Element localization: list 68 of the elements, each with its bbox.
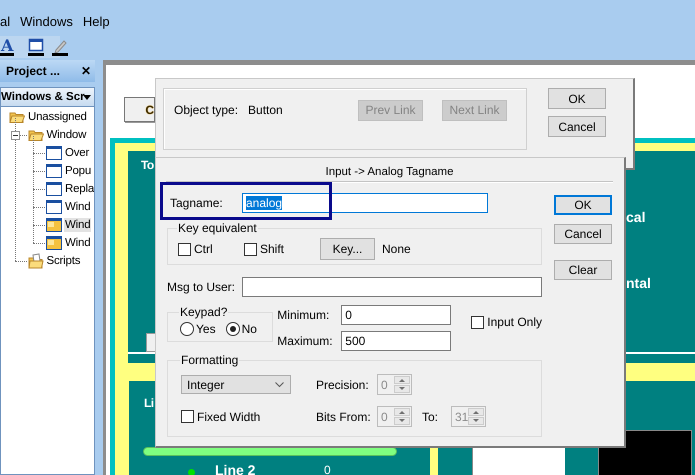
radio-button[interactable]: Yes bbox=[180, 322, 216, 336]
dialog-button[interactable]: Clear bbox=[554, 260, 612, 280]
canvas-button[interactable]: C bbox=[124, 97, 155, 122]
dialog-button[interactable]: Cancel bbox=[554, 224, 612, 244]
group-title: Key equivalent bbox=[177, 221, 258, 235]
dialog-title: Input -> Analog Tagname bbox=[166, 166, 613, 182]
checkbox[interactable]: Ctrl bbox=[178, 242, 244, 256]
group-title: Keypad? bbox=[179, 305, 228, 319]
panel-label: 0 bbox=[324, 463, 331, 475]
object-type-label: Object type: bbox=[174, 103, 238, 117]
tagname-field[interactable]: analog bbox=[242, 193, 488, 213]
field-label: Precision: bbox=[316, 378, 370, 392]
field-label: Tagname: bbox=[169, 196, 224, 210]
window-icon bbox=[46, 200, 62, 214]
field-label: To: bbox=[422, 410, 440, 424]
panel-title: Project ... bbox=[6, 64, 60, 78]
folder-icon bbox=[28, 128, 44, 142]
panel-label: Line 2 bbox=[215, 462, 256, 475]
message-field[interactable] bbox=[242, 277, 542, 297]
field-label: Maximum: bbox=[277, 334, 334, 348]
window-icon bbox=[46, 218, 62, 232]
dialog-button[interactable]: OK bbox=[554, 195, 612, 215]
tree-item[interactable]: Wind bbox=[64, 236, 92, 250]
dialog-button[interactable]: Cancel bbox=[548, 116, 606, 137]
object-type-value: Button bbox=[248, 103, 283, 117]
tree-item[interactable]: Wind bbox=[64, 200, 92, 214]
field-label: Bits From: bbox=[316, 410, 372, 424]
minimum-field[interactable]: 0 bbox=[341, 305, 452, 325]
menu-item[interactable]: Help bbox=[82, 14, 110, 29]
key-value: None bbox=[382, 242, 411, 256]
caret-icon bbox=[83, 95, 91, 100]
pen-tool-icon[interactable] bbox=[52, 38, 68, 56]
tree-item[interactable]: Over bbox=[64, 146, 90, 160]
checkbox[interactable]: Input Only bbox=[471, 315, 542, 329]
script-folder-icon bbox=[28, 253, 44, 269]
tree-item[interactable]: Popu bbox=[64, 164, 92, 178]
panel-label: To bbox=[141, 158, 154, 172]
collapse-icon[interactable] bbox=[10, 131, 20, 140]
window-tool-icon[interactable] bbox=[28, 38, 44, 56]
format-dropdown[interactable]: Integer bbox=[181, 375, 291, 394]
close-button[interactable]: ✕ bbox=[81, 64, 91, 78]
window-icon bbox=[46, 182, 62, 196]
field-label: Msg to User: bbox=[167, 280, 236, 294]
maximum-field[interactable]: 500 bbox=[341, 331, 452, 351]
tree-item[interactable]: Scripts bbox=[46, 254, 82, 268]
key-button[interactable]: Key... bbox=[320, 238, 375, 260]
checkbox[interactable]: Fixed Width bbox=[181, 410, 316, 424]
group-title: Formatting bbox=[180, 353, 240, 367]
window-icon bbox=[46, 164, 62, 178]
menu-item[interactable]: Windows bbox=[20, 14, 73, 29]
view-selector[interactable]: Windows & Scr bbox=[0, 87, 95, 107]
tree-item[interactable]: Window bbox=[46, 128, 88, 142]
menu-item[interactable]: al bbox=[0, 14, 10, 29]
radio-button[interactable]: No bbox=[226, 322, 257, 336]
chevron-icon bbox=[275, 382, 284, 388]
status-dot bbox=[188, 469, 195, 475]
dialog-button[interactable]: OK bbox=[548, 88, 606, 109]
panel-label: Li bbox=[144, 396, 154, 410]
checkbox[interactable]: Shift bbox=[244, 242, 320, 256]
tree-item[interactable]: Wind bbox=[64, 218, 92, 232]
folder-icon bbox=[9, 110, 25, 124]
panel-label: ntal bbox=[626, 275, 651, 291]
window-icon bbox=[46, 146, 62, 160]
window-icon bbox=[46, 236, 62, 250]
tree-item[interactable]: Repla bbox=[64, 182, 94, 196]
field-label: Minimum: bbox=[277, 308, 330, 322]
panel-label: cal bbox=[626, 209, 646, 225]
tree-item[interactable]: Unassigned bbox=[27, 110, 88, 124]
